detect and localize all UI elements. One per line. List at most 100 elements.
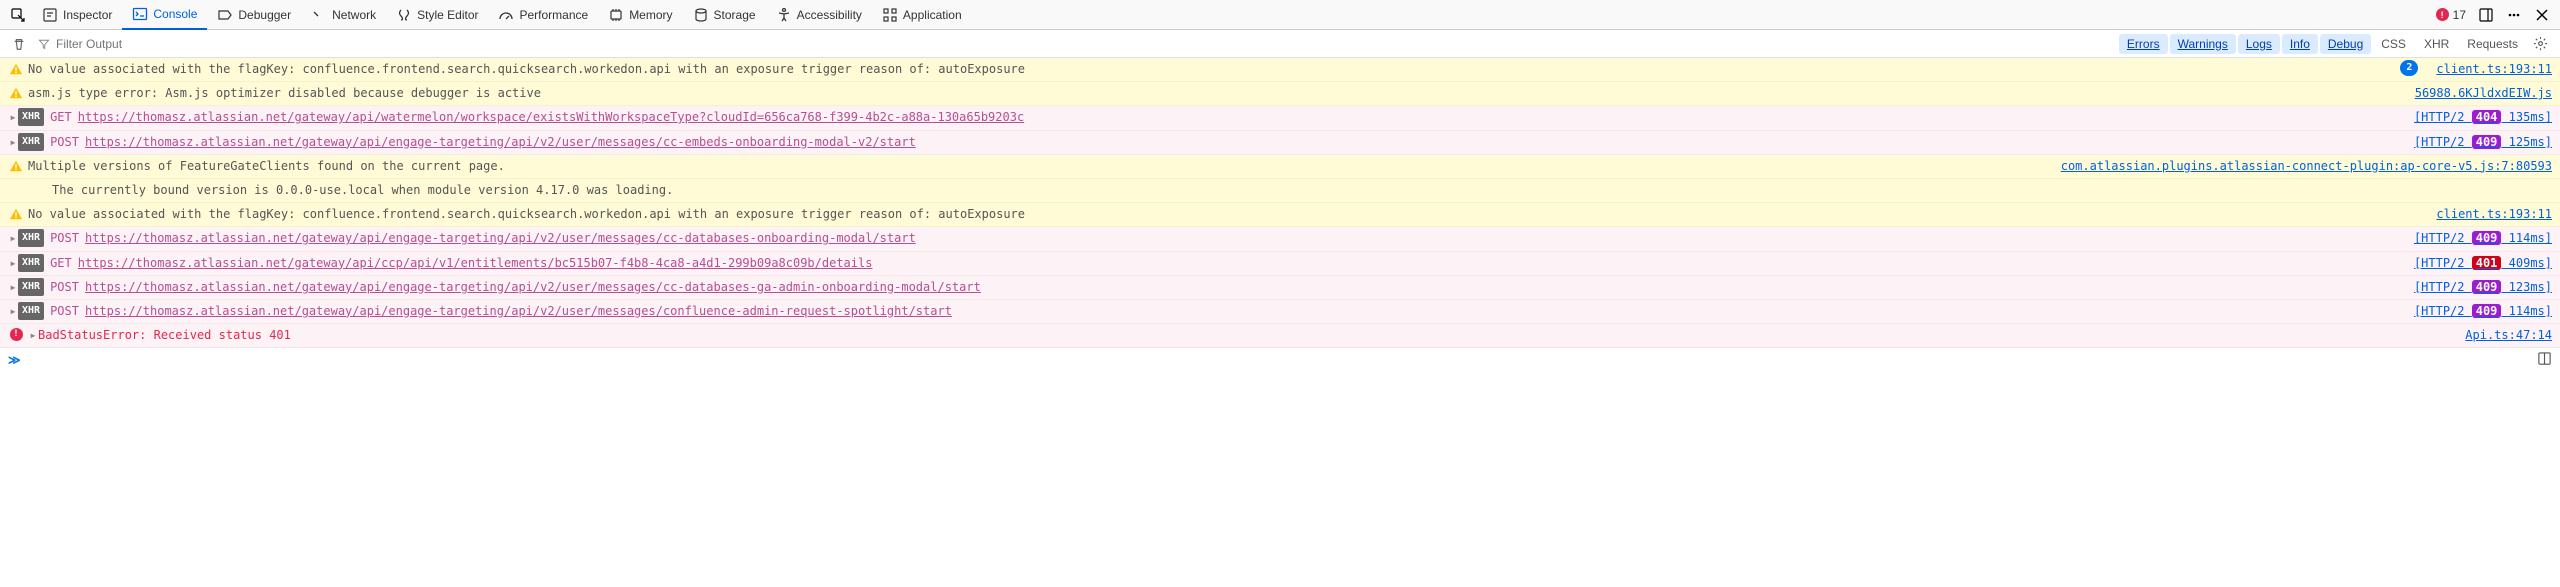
console-row[interactable]: No value associated with the flagKey: co… — [0, 203, 2560, 227]
tab-label: Performance — [519, 8, 588, 22]
warning-icon — [8, 207, 24, 221]
tab-label: Style Editor — [417, 8, 478, 22]
tab-performance[interactable]: Performance — [488, 0, 598, 30]
tab-label: Storage — [714, 8, 756, 22]
console-row[interactable]: asm.js type error: Asm.js optimizer disa… — [0, 82, 2560, 106]
console-row[interactable]: Multiple versions of FeatureGateClients … — [0, 155, 2560, 179]
more-menu-icon[interactable] — [2500, 3, 2528, 27]
expand-caret[interactable]: ▸ — [28, 326, 38, 345]
message-text: The currently bound version is 0.0.0-use… — [8, 181, 673, 200]
xhr-badge: XHR — [18, 108, 44, 126]
tab-memory[interactable]: Memory — [598, 0, 682, 30]
console-input-row: ≫ — [0, 348, 2560, 372]
expand-caret[interactable]: ▸ — [8, 302, 18, 321]
tab-accessibility[interactable]: Accessibility — [766, 0, 872, 30]
console-row[interactable]: ▸XHR GET https://thomasz.atlassian.net/gat… — [0, 106, 2560, 130]
expand-caret[interactable]: ▸ — [8, 278, 18, 297]
filter-errors[interactable]: Errors — [2119, 34, 2168, 54]
message-text: asm.js type error: Asm.js optimizer disa… — [28, 84, 2403, 103]
request-url[interactable]: https://thomasz.atlassian.net/gateway/ap… — [78, 108, 2402, 127]
filter-input[interactable] — [52, 33, 2118, 55]
http-status[interactable]: [HTTP/2 401 409ms] — [2414, 254, 2552, 273]
tab-label: Debugger — [238, 8, 291, 22]
devtools-toolbar: Inspector Console Debugger Network Style… — [0, 0, 2560, 30]
tab-debugger[interactable]: Debugger — [207, 0, 301, 30]
xhr-badge: XHR — [18, 302, 44, 320]
source-link[interactable]: client.ts:193:11 — [2436, 60, 2552, 79]
tab-network[interactable]: Network — [301, 0, 386, 30]
dock-side-icon[interactable] — [2472, 3, 2500, 27]
close-icon[interactable] — [2528, 3, 2556, 27]
filter-bar: Errors Warnings Logs Info Debug CSS XHR … — [0, 30, 2560, 58]
error-count[interactable]: ! 17 — [2430, 8, 2472, 22]
settings-icon[interactable] — [2527, 32, 2554, 55]
console-row[interactable]: ▸XHR POST https://thomasz.atlassian.net/ga… — [0, 300, 2560, 324]
console-row-sub: The currently bound version is 0.0.0-use… — [0, 179, 2560, 203]
filter-xhr[interactable]: XHR — [2416, 34, 2457, 54]
http-method: POST — [50, 229, 79, 248]
console-row[interactable]: ▸XHR POST https://thomasz.atlassian.net/ga… — [0, 276, 2560, 300]
http-status[interactable]: [HTTP/2 409 114ms] — [2414, 229, 2552, 248]
split-editor-icon[interactable] — [2537, 351, 2552, 369]
error-count-value: 17 — [2453, 8, 2466, 22]
http-method: GET — [50, 254, 72, 273]
tab-style-editor[interactable]: Style Editor — [386, 0, 488, 30]
console-row[interactable]: ▸XHR GET https://thomasz.atlassian.net/gat… — [0, 252, 2560, 276]
console-row[interactable]: ▸XHRPOSThttps://thomasz.atlassian.net/ga… — [0, 131, 2560, 155]
http-status[interactable]: [HTTP/2 409 114ms] — [2414, 302, 2552, 321]
source-link[interactable]: client.ts:193:11 — [2436, 205, 2552, 224]
tab-application[interactable]: Application — [872, 0, 972, 30]
xhr-badge: XHR — [18, 229, 44, 247]
tab-label: Application — [903, 8, 962, 22]
request-url[interactable]: https://thomasz.atlassian.net/gateway/ap… — [78, 254, 2402, 273]
request-url[interactable]: https://thomasz.atlassian.net/gateway/ap… — [85, 229, 2402, 248]
message-text: No value associated with the flagKey: co… — [28, 205, 2424, 224]
filter-logs[interactable]: Logs — [2238, 34, 2280, 54]
xhr-badge: XHR — [18, 254, 44, 272]
filter-icon — [32, 34, 52, 54]
warning-icon — [8, 159, 24, 173]
filter-warnings[interactable]: Warnings — [2170, 34, 2236, 54]
request-url[interactable]: https://thomasz.atlassian.net/gateway/ap… — [85, 133, 2402, 152]
xhr-badge: XHR — [18, 278, 44, 296]
message-text: No value associated with the flagKey: co… — [28, 60, 2400, 79]
source-link[interactable]: com.atlassian.plugins.atlassian-connect-… — [2061, 157, 2552, 176]
filter-css[interactable]: CSS — [2373, 34, 2414, 54]
console-output: No value associated with the flagKey: co… — [0, 58, 2560, 348]
expand-caret[interactable]: ▸ — [8, 133, 18, 152]
source-link[interactable]: 56988.6KJldxdEIW.js — [2415, 84, 2552, 103]
console-row[interactable]: No value associated with the flagKey: co… — [0, 58, 2560, 82]
console-row[interactable]: ! ▸BadStatusError: Received status 401 Api… — [0, 324, 2560, 348]
filter-info[interactable]: Info — [2282, 34, 2318, 54]
http-status[interactable]: [HTTP/2 404 135ms] — [2414, 108, 2552, 127]
console-row[interactable]: ▸XHR POST https://thomasz.atlassian.net/ga… — [0, 227, 2560, 251]
request-url[interactable]: https://thomasz.atlassian.net/gateway/ap… — [85, 278, 2402, 297]
http-status[interactable]: [HTTP/2 409 125ms] — [2414, 133, 2552, 152]
error-icon: ! — [8, 328, 24, 341]
input-prompt-icon: ≫ — [8, 353, 21, 367]
http-status[interactable]: [HTTP/2 409 123ms] — [2414, 278, 2552, 297]
tab-console[interactable]: Console — [122, 0, 207, 30]
http-method: POST — [50, 302, 79, 321]
expand-caret[interactable]: ▸ — [8, 108, 18, 127]
http-method: POST — [50, 278, 79, 297]
message-text: BadStatusError: Received status 401 — [38, 326, 2453, 345]
warning-icon — [8, 62, 24, 76]
request-url[interactable]: https://thomasz.atlassian.net/gateway/ap… — [85, 302, 2402, 321]
tab-label: Accessibility — [797, 8, 862, 22]
xhr-badge: XHR — [18, 133, 44, 151]
message-text: Multiple versions of FeatureGateClients … — [28, 157, 2049, 176]
pick-element-icon[interactable] — [4, 3, 32, 27]
http-method: GET — [50, 108, 72, 127]
tab-label: Network — [332, 8, 376, 22]
source-link[interactable]: Api.ts:47:14 — [2465, 326, 2552, 345]
expand-caret[interactable]: ▸ — [8, 254, 18, 273]
error-icon: ! — [2436, 8, 2449, 21]
expand-caret[interactable]: ▸ — [8, 229, 18, 248]
filter-debug[interactable]: Debug — [2320, 34, 2371, 54]
tab-storage[interactable]: Storage — [683, 0, 766, 30]
clear-console-icon[interactable] — [6, 33, 32, 55]
tab-inspector[interactable]: Inspector — [32, 0, 122, 30]
tab-label: Inspector — [63, 8, 112, 22]
filter-requests[interactable]: Requests — [2459, 34, 2526, 54]
